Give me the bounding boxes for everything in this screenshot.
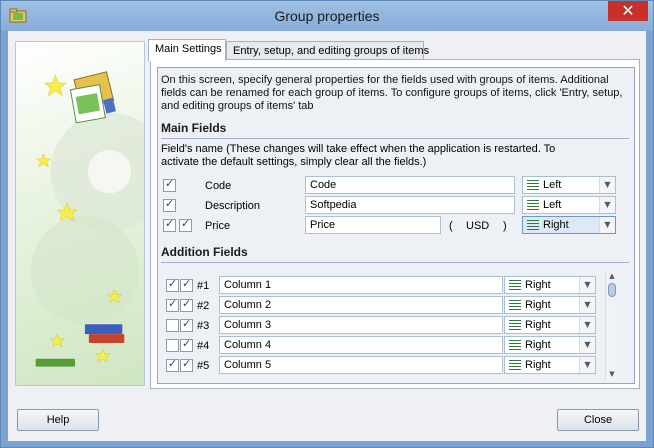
align-lines-icon (509, 340, 521, 351)
scroll-up-icon[interactable]: ▲ (606, 270, 618, 282)
addition-2-name-field[interactable]: Column 2 (219, 296, 503, 314)
align-lines-icon (509, 300, 521, 311)
addition-5-number: #5 (197, 360, 210, 372)
addition-2-align-value: Right (525, 299, 551, 311)
addition-5-align-value: Right (525, 359, 551, 371)
tab-entry-setup-editing[interactable]: Entry, setup, and editing groups of item… (226, 41, 429, 59)
align-lines-icon (527, 200, 539, 211)
align-lines-icon (527, 220, 539, 231)
close-button[interactable]: Close (557, 409, 639, 431)
price-align-value: Right (543, 219, 569, 231)
addition-1-visible-checkbox[interactable] (166, 277, 179, 292)
chevron-down-icon[interactable]: ▼ (579, 297, 595, 313)
addition-4-enabled-checkbox[interactable] (180, 337, 193, 352)
addition-1-number: #1 (197, 280, 210, 292)
currency-close-paren: ) (503, 220, 507, 232)
description-align-value: Left (543, 199, 562, 211)
addition-1-align-value: Right (525, 279, 551, 291)
chevron-down-icon[interactable]: ▼ (599, 197, 615, 213)
addition-2-enabled-checkbox[interactable] (180, 297, 193, 312)
description-label: Description (205, 200, 261, 212)
main-fields-note: Field's name (These changes will take ef… (161, 143, 556, 168)
addition-fields-scrollbar[interactable]: ▲ ▼ (605, 270, 618, 380)
section-divider (161, 138, 629, 139)
addition-2-number: #2 (197, 300, 210, 312)
addition-3-number: #3 (197, 320, 210, 332)
addition-2-visible-checkbox[interactable] (166, 297, 179, 312)
chevron-down-icon[interactable]: ▼ (579, 357, 595, 373)
addition-3-align-value: Right (525, 319, 551, 331)
align-lines-icon (509, 360, 521, 371)
addition-3-align-select[interactable]: Right ▼ (504, 316, 596, 334)
addition-4-visible-checkbox[interactable] (166, 339, 179, 352)
chevron-down-icon[interactable]: ▼ (599, 177, 615, 193)
code-align-select[interactable]: Left ▼ (522, 176, 616, 194)
currency-open-paren: ( (449, 220, 453, 232)
addition-1-name-field[interactable]: Column 1 (219, 276, 503, 294)
addition-2-align-select[interactable]: Right ▼ (504, 296, 596, 314)
code-label: Code (205, 180, 232, 192)
price-label: Price (205, 220, 231, 232)
description-visible-checkbox[interactable] (163, 197, 176, 212)
dialog-body: Main Settings Entry, setup, and editing … (8, 31, 646, 441)
addition-4-align-select[interactable]: Right ▼ (504, 336, 596, 354)
addition-5-align-select[interactable]: Right ▼ (504, 356, 596, 374)
price-visible-checkbox[interactable] (163, 217, 176, 232)
tab-main-settings[interactable]: Main Settings (148, 39, 226, 61)
addition-3-enabled-checkbox[interactable] (180, 317, 193, 332)
align-lines-icon (509, 280, 521, 291)
price-currency-checkbox[interactable] (179, 217, 192, 232)
addition-5-name-field[interactable]: Column 5 (219, 356, 503, 374)
scroll-thumb[interactable] (608, 283, 616, 297)
chevron-down-icon[interactable]: ▼ (579, 317, 595, 333)
price-align-select[interactable]: Right ▼ (522, 216, 616, 234)
price-name-field[interactable]: Price (305, 216, 441, 234)
title-bar[interactable]: Group properties ✕ (1, 1, 653, 31)
settings-group: On this screen, specify general properti… (157, 67, 635, 384)
addition-fields-title: Addition Fields (161, 245, 248, 259)
addition-1-align-select[interactable]: Right ▼ (504, 276, 596, 294)
addition-5-visible-checkbox[interactable] (166, 357, 179, 372)
align-lines-icon (509, 320, 521, 331)
addition-4-align-value: Right (525, 339, 551, 351)
decorative-illustration (15, 41, 145, 386)
addition-3-name-field[interactable]: Column 3 (219, 316, 503, 334)
description-name-field[interactable]: Softpedia (305, 196, 515, 214)
addition-1-enabled-checkbox[interactable] (180, 277, 193, 292)
chevron-down-icon[interactable]: ▼ (599, 217, 615, 233)
chevron-down-icon[interactable]: ▼ (579, 277, 595, 293)
code-align-value: Left (543, 179, 562, 191)
addition-4-number: #4 (197, 340, 210, 352)
code-name-field[interactable]: Code (305, 176, 515, 194)
scroll-down-icon[interactable]: ▼ (606, 368, 618, 380)
currency-code: USD (466, 220, 490, 232)
description-align-select[interactable]: Left ▼ (522, 196, 616, 214)
code-visible-checkbox[interactable] (163, 177, 176, 192)
main-fields-title: Main Fields (161, 121, 227, 135)
dialog-window: Group properties ✕ Main Settings Entry, … (0, 0, 654, 448)
align-lines-icon (527, 180, 539, 191)
help-button[interactable]: Help (17, 409, 99, 431)
addition-5-enabled-checkbox[interactable] (180, 357, 193, 372)
description-text: On this screen, specify general properti… (161, 74, 623, 112)
window-close-button[interactable]: ✕ (608, 1, 648, 21)
section-divider (161, 262, 629, 263)
chevron-down-icon[interactable]: ▼ (579, 337, 595, 353)
addition-3-visible-checkbox[interactable] (166, 319, 179, 332)
main-settings-panel: On this screen, specify general properti… (150, 59, 640, 389)
window-title: Group properties (274, 8, 380, 24)
addition-4-name-field[interactable]: Column 4 (219, 336, 503, 354)
